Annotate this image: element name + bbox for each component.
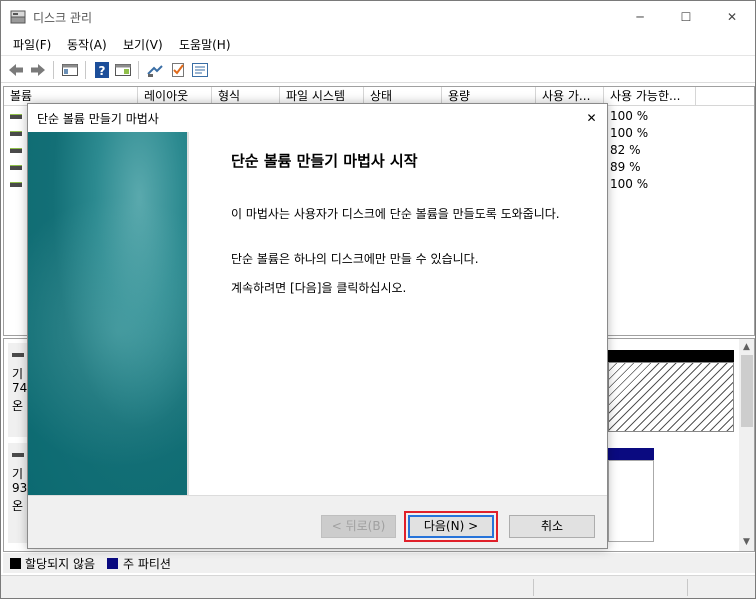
window-title: 디스크 관리: [33, 11, 93, 25]
help-icon[interactable]: ?: [93, 61, 111, 79]
forward-arrow-icon[interactable]: [29, 61, 47, 79]
disk-0-type: 기: [12, 367, 24, 381]
menu-bar: 파일(F) 동작(A) 보기(V) 도움말(H): [1, 33, 755, 55]
vertical-scrollbar[interactable]: ▲ ▼: [739, 339, 754, 551]
primary-legend-label: 주 파티션: [123, 557, 171, 571]
dialog-title-bar: 단순 볼륨 만들기 마법사 ✕: [28, 104, 607, 132]
wizard-banner-glow: [28, 172, 187, 492]
volume-free-percent: 100 %: [610, 177, 649, 191]
unallocated-partition[interactable]: [608, 362, 734, 432]
maximize-button[interactable]: ☐: [663, 1, 709, 33]
disk-0-size: 74: [12, 381, 28, 395]
wizard-instruction: 계속하려면 [다음]을 클릭하십시오.: [231, 281, 407, 295]
cancel-button[interactable]: 취소: [509, 515, 595, 538]
wizard-heading: 단순 볼륨 만들기 마법사 시작: [231, 152, 418, 170]
volume-icon: [10, 131, 22, 136]
status-bar: [1, 575, 755, 598]
menu-help[interactable]: 도움말(H): [179, 36, 231, 53]
volume-icon: [10, 165, 22, 170]
toolbar: ?: [1, 55, 755, 83]
toolbar-separator: [85, 61, 86, 79]
scroll-up-icon[interactable]: ▲: [743, 342, 750, 352]
wizard-side-banner: [28, 132, 187, 495]
volume-icon: [10, 114, 22, 119]
volume-free-percent: 100 %: [610, 126, 649, 140]
disk-1-type: 기: [12, 467, 24, 481]
close-icon: ✕: [726, 10, 738, 24]
disk-1-status: 온: [12, 499, 24, 513]
list-icon[interactable]: [191, 61, 209, 79]
menu-action[interactable]: 동작(A): [67, 36, 107, 53]
wizard-description: 이 마법사는 사용자가 디스크에 단순 볼륨을 만들도록 도와줍니다.: [231, 207, 560, 221]
wizard-content: 단순 볼륨 만들기 마법사 시작 이 마법사는 사용자가 디스크에 단순 볼륨을…: [187, 132, 607, 495]
close-button[interactable]: ✕: [709, 1, 755, 33]
back-arrow-icon[interactable]: [7, 61, 25, 79]
wizard-note: 단순 볼륨은 하나의 디스크에만 만들 수 있습니다.: [231, 252, 479, 266]
svg-text:?: ?: [99, 64, 106, 78]
check-icon[interactable]: [169, 61, 187, 79]
volume-free-percent: 82 %: [610, 143, 641, 157]
volume-free-percent: 89 %: [610, 160, 641, 174]
dialog-title: 단순 볼륨 만들기 마법사: [37, 112, 159, 126]
next-button[interactable]: 다음(N) >: [408, 515, 494, 538]
scroll-thumb[interactable]: [741, 355, 753, 427]
disk-0-status: 온: [12, 399, 24, 413]
disk-icon: [12, 353, 24, 357]
maximize-icon: ☐: [680, 10, 692, 24]
status-separator: [533, 579, 534, 596]
scroll-down-icon[interactable]: ▼: [743, 537, 750, 547]
properties-icon[interactable]: [114, 61, 132, 79]
new-simple-volume-wizard: 단순 볼륨 만들기 마법사 ✕ 단순 볼륨 만들기 마법사 시작 이 마법사는 …: [27, 103, 608, 549]
dialog-close-button[interactable]: ✕: [576, 104, 607, 132]
unallocated-legend-label: 할당되지 않음: [25, 557, 96, 571]
status-separator: [687, 579, 688, 596]
primary-partition[interactable]: [608, 460, 654, 542]
volume-free-percent: 100 %: [610, 109, 649, 123]
unallocated-legend-swatch: [10, 558, 21, 569]
close-icon: ✕: [586, 111, 597, 125]
menu-file[interactable]: 파일(F): [13, 36, 51, 53]
menu-view[interactable]: 보기(V): [123, 36, 163, 53]
minimize-button[interactable]: ─: [617, 1, 663, 33]
disk-management-icon: [10, 10, 26, 24]
toolbar-separator: [53, 61, 54, 79]
volume-icon: [10, 182, 22, 187]
column-free-percent[interactable]: 사용 가능한...: [604, 87, 696, 106]
back-button[interactable]: < 뒤로(B): [321, 515, 396, 538]
console-tree-icon[interactable]: [61, 61, 79, 79]
volume-icon: [10, 148, 22, 153]
primary-partition-header: [608, 448, 654, 460]
disk-icon: [12, 453, 24, 457]
title-bar: 디스크 관리 ─ ☐ ✕: [1, 1, 755, 33]
dialog-divider: [28, 495, 607, 496]
toolbar-separator: [138, 61, 139, 79]
connect-icon[interactable]: [146, 61, 164, 79]
minimize-icon: ─: [636, 10, 644, 24]
legend: 할당되지 않음 주 파티션: [3, 553, 755, 573]
disk-1-size: 93: [12, 481, 28, 495]
unallocated-partition-header: [608, 350, 734, 362]
primary-legend-swatch: [107, 558, 118, 569]
